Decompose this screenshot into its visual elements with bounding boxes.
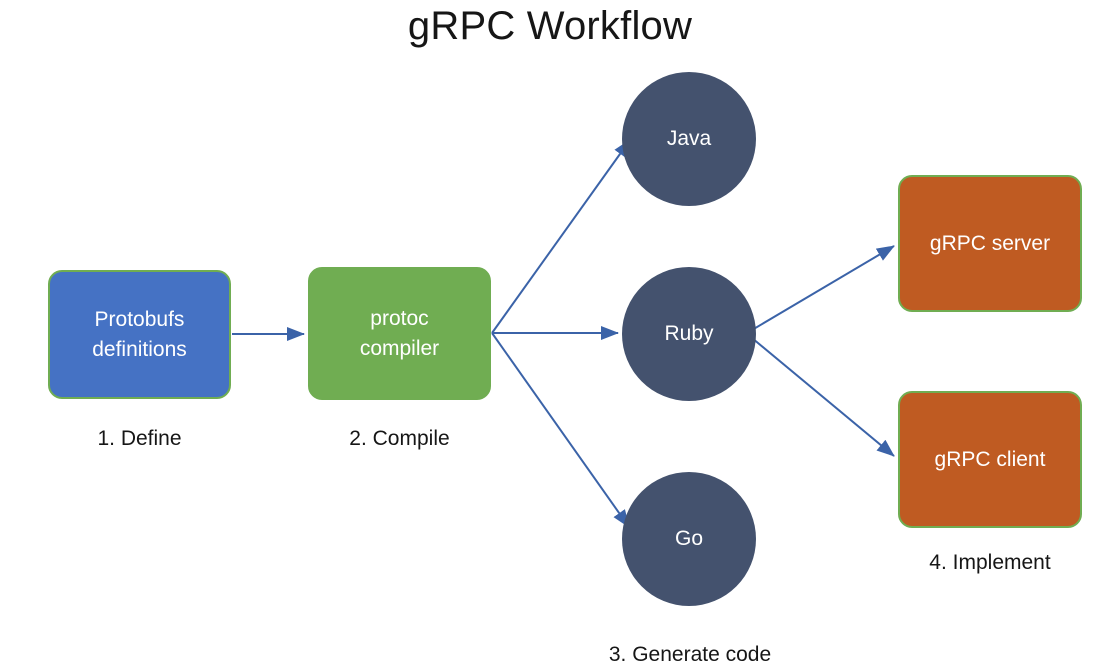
- node-protobufs-definitions-label: Protobufs definitions: [92, 307, 187, 361]
- diagram-canvas: gRPC Workflow Protobufs definitions prot…: [0, 0, 1100, 671]
- node-go-label: Go: [674, 527, 703, 550]
- step-label-implement: 4. Implement: [929, 551, 1051, 574]
- node-java-label: Java: [666, 127, 712, 150]
- node-ruby[interactable]: Ruby: [622, 267, 756, 401]
- step-label-compile: 2. Compile: [349, 427, 450, 450]
- edge-protoc-to-go: [491, 332, 630, 528]
- node-protoc-compiler-label: protoc compiler: [359, 306, 440, 360]
- edge-protoc-to-java: [491, 139, 631, 334]
- node-ruby-label: Ruby: [664, 322, 714, 345]
- node-protobufs-definitions[interactable]: Protobufs definitions: [48, 270, 231, 399]
- node-grpc-client-label: gRPC client: [934, 447, 1046, 471]
- step-label-define: 1. Define: [97, 427, 182, 450]
- node-protoc-compiler[interactable]: protoc compiler: [308, 267, 491, 400]
- node-java[interactable]: Java: [622, 72, 756, 206]
- node-grpc-server[interactable]: gRPC server: [898, 175, 1082, 312]
- page-title: gRPC Workflow: [407, 4, 693, 48]
- node-grpc-client[interactable]: gRPC client: [898, 391, 1082, 528]
- edge-ruby-to-grpc-server: [751, 245, 895, 331]
- node-go[interactable]: Go: [622, 472, 756, 606]
- step-label-generate-code: 3. Generate code: [608, 643, 772, 666]
- edge-ruby-to-grpc-client: [751, 337, 895, 457]
- node-grpc-server-label: gRPC server: [929, 231, 1051, 255]
